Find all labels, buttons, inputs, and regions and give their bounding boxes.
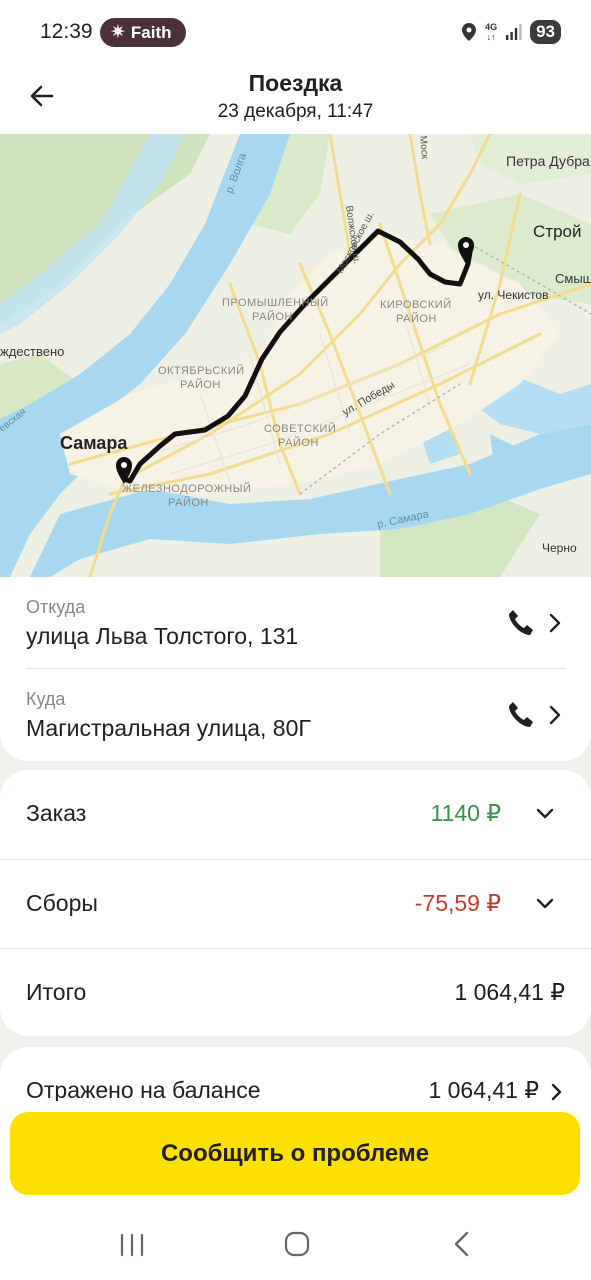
map-label-oktyabr-1: ОКТЯБРЬСКИЙ [158,364,245,377]
fees-row[interactable]: Сборы -75,59 ₽ [0,859,591,948]
map-label-zhd-2: РАЙОН [168,496,209,509]
total-label: Итого [26,979,87,1005]
signal-icon [506,24,522,40]
status-time: 12:39 [40,20,93,43]
to-address-row[interactable]: Куда Магистральная улица, 80Г [26,685,566,765]
network-type: 4G ↓↑ [485,22,498,42]
balance-label: Отражено на балансе [26,1077,261,1103]
map-label-cherno: Черно [542,541,577,555]
order-label: Заказ [26,800,87,826]
system-nav-bar [0,1209,591,1280]
chevron-down-icon[interactable] [533,893,557,915]
map-label-kirov-2: РАЙОН [396,312,437,325]
map-label-kirov-1: КИРОВСКИЙ [380,298,452,311]
chevron-right-icon[interactable] [544,701,566,729]
chevron-down-icon[interactable] [533,803,557,825]
header: Поездка 23 декабря, 11:47 [0,62,591,134]
map-label-sovet-2: РАЙОН [278,436,319,449]
fees-amount: -75,59 ₽ [414,890,501,916]
payment-summary-card: Заказ 1140 ₽ Сборы -75,59 ₽ Итого 1 064,… [0,770,591,1036]
fees-label: Сборы [26,890,98,916]
map-label-mosk-top: Моск [417,135,430,160]
from-address: улица Льва Толстого, 131 [26,623,299,649]
map-label-promyshl-1: ПРОМЫШЛЕННЫЙ [222,296,329,309]
page-title: Поездка [248,70,343,96]
from-label: Откуда [26,597,86,617]
to-address: Магистральная улица, 80Г [26,715,311,741]
map-label-promyshl-2: РАЙОН [252,310,293,323]
map-label-sovet-1: СОВЕТСКИЙ [264,422,336,435]
back-icon[interactable] [450,1230,474,1258]
map-label-smysh: Смыш [555,271,591,286]
sparkle-icon: ✷ [110,22,126,43]
status-icons: 4G ↓↑ 93 [462,17,561,47]
balance-amount: 1 064,41 ₽ [428,1077,539,1103]
map-label-zhd-1: ЖЕЛЕЗНОДОРОЖНЫЙ [122,482,251,495]
route-map[interactable]: р. Волга ждествено евская Самара Петра Д… [0,134,591,577]
recent-apps-icon[interactable] [118,1232,146,1258]
order-amount: 1140 ₽ [430,800,501,826]
status-bar: 12:39 ✷ Faith 4G ↓↑ 93 [0,0,591,62]
report-problem-button[interactable]: Сообщить о проблеме [10,1112,580,1195]
map-label-stroy: Строй [533,222,581,241]
phone-icon[interactable] [504,607,536,639]
trip-datetime: 23 декабря, 11:47 [217,101,374,122]
faith-pill-label: Faith [130,22,172,42]
phone-icon[interactable] [504,699,536,731]
map-label-chekistov: ул. Чекистов [478,288,548,302]
order-row[interactable]: Заказ 1140 ₽ [0,770,591,859]
bottom-panel: Сообщить о проблеме [0,1101,591,1280]
to-label: Куда [26,689,66,709]
total-row: Итого 1 064,41 ₽ [0,948,591,1037]
map-label-samara: Самара [60,433,128,453]
from-address-row[interactable]: Откуда улица Льва Толстого, 131 [26,593,566,673]
chevron-right-icon[interactable] [544,609,566,637]
total-amount: 1 064,41 ₽ [454,979,565,1005]
map-canvas[interactable]: р. Волга ждествено евская Самара Петра Д… [0,134,591,577]
map-label-rozhdestveno: ждествено [0,344,64,359]
location-icon [462,23,477,41]
battery-badge: 93 [530,20,561,44]
trip-addresses-card: Откуда улица Льва Толстого, 131 Куда Маг… [0,577,591,761]
home-icon[interactable] [283,1230,311,1258]
divider [26,668,566,669]
map-label-oktyabr-2: РАЙОН [180,378,221,391]
map-label-petra-dubrava: Петра Дубра [506,153,590,169]
faith-pill[interactable]: ✷ Faith [100,18,186,47]
